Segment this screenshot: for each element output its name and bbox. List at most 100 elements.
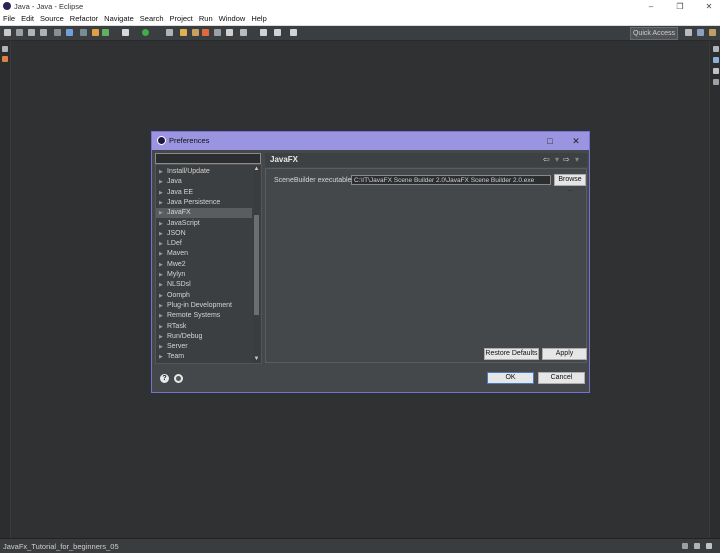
open-perspective-icon[interactable] <box>685 29 692 36</box>
expand-arrow-icon[interactable]: ▶ <box>159 219 163 229</box>
back-arrow-icon[interactable]: ⇦ <box>543 155 550 164</box>
open-type-icon[interactable] <box>180 29 187 36</box>
expand-arrow-icon[interactable]: ▶ <box>159 311 163 321</box>
expand-arrow-icon[interactable]: ▶ <box>159 260 163 270</box>
forward-icon[interactable] <box>274 29 281 36</box>
java-ee-perspective-icon[interactable] <box>697 29 704 36</box>
menu-window[interactable]: Window <box>216 13 249 25</box>
close-window-button[interactable]: ✕ <box>699 1 719 12</box>
tree-item-plugin-development[interactable]: ▶ Plug-in Development <box>156 301 252 311</box>
pin-icon[interactable] <box>226 29 233 36</box>
tree-item-javascript[interactable]: ▶ JavaScript <box>156 219 252 229</box>
server-icon[interactable] <box>66 29 73 36</box>
tree-item-ldef[interactable]: ▶ LDef <box>156 239 252 249</box>
skip-breakpoints-icon[interactable] <box>80 29 87 36</box>
outline-icon[interactable] <box>713 68 719 74</box>
scroll-down-icon[interactable]: ▼ <box>253 355 260 363</box>
task-list-icon[interactable] <box>713 57 719 63</box>
ok-button[interactable]: OK <box>487 372 534 384</box>
menu-search[interactable]: Search <box>137 13 167 25</box>
restore-icon[interactable] <box>2 46 8 52</box>
tree-item-javafx[interactable]: ▶ JavaFX <box>156 208 252 219</box>
tree-item-java-ee[interactable]: ▶ Java EE <box>156 188 252 198</box>
next-annotation-icon[interactable] <box>240 29 247 36</box>
dialog-close-button[interactable]: ✕ <box>568 134 584 148</box>
expand-arrow-icon[interactable]: ▶ <box>159 208 163 218</box>
menu-project[interactable]: Project <box>167 13 196 25</box>
expand-arrow-icon[interactable]: ▶ <box>159 239 163 249</box>
expand-arrow-icon[interactable]: ▶ <box>159 352 163 362</box>
browse-button[interactable]: Browse ... <box>554 174 586 193</box>
menu-edit[interactable]: Edit <box>18 13 37 25</box>
save-all-icon[interactable] <box>28 29 35 36</box>
scroll-thumb[interactable] <box>254 215 259 315</box>
last-edit-icon[interactable] <box>290 29 297 36</box>
expand-arrow-icon[interactable]: ▶ <box>159 332 163 342</box>
menu-help[interactable]: Help <box>248 13 269 25</box>
new-icon[interactable] <box>4 29 11 36</box>
tree-item-remote-systems[interactable]: ▶ Remote Systems <box>156 311 252 321</box>
scroll-up-icon[interactable]: ▲ <box>253 165 260 173</box>
expand-arrow-icon[interactable]: ▶ <box>159 167 163 177</box>
tree-item-maven[interactable]: ▶ Maven <box>156 249 252 259</box>
restore-right-icon[interactable] <box>713 46 719 52</box>
expand-arrow-icon[interactable]: ▶ <box>159 280 163 290</box>
back-menu-icon[interactable]: ▾ <box>555 155 559 164</box>
run-icon[interactable] <box>142 29 149 36</box>
expand-arrow-icon[interactable]: ▶ <box>159 198 163 208</box>
tree-item-nlsdsl[interactable]: ▶ NLSDsl <box>156 280 252 290</box>
expand-arrow-icon[interactable]: ▶ <box>159 188 163 198</box>
console-icon[interactable] <box>713 79 719 85</box>
forward-menu-icon[interactable]: ▾ <box>575 155 579 164</box>
expand-arrow-icon[interactable]: ▶ <box>159 229 163 239</box>
annotation-icon[interactable] <box>214 29 221 36</box>
tree-item-team[interactable]: ▶ Team <box>156 352 252 362</box>
scenebuilder-path-field[interactable]: C:\IT\JavaFX Scene Builder 2.0\JavaFX Sc… <box>351 175 551 185</box>
terminal-icon[interactable] <box>54 29 61 36</box>
menu-refactor[interactable]: Refactor <box>67 13 101 25</box>
tree-item-java[interactable]: ▶ Java <box>156 177 252 187</box>
task-icon[interactable] <box>706 543 712 549</box>
tree-item-server[interactable]: ▶ Server <box>156 342 252 352</box>
quick-access-field[interactable]: Quick Access <box>630 27 678 40</box>
help-icon[interactable]: ? <box>160 374 169 383</box>
menu-source[interactable]: Source <box>37 13 67 25</box>
tree-item-mwe2[interactable]: ▶ Mwe2 <box>156 260 252 270</box>
apply-button[interactable]: Apply <box>542 348 587 360</box>
expand-arrow-icon[interactable]: ▶ <box>159 249 163 259</box>
tree-item-oomph[interactable]: ▶ Oomph <box>156 291 252 301</box>
expand-arrow-icon[interactable]: ▶ <box>159 301 163 311</box>
expand-arrow-icon[interactable]: ▶ <box>159 291 163 301</box>
refresh-icon[interactable] <box>102 29 109 36</box>
tree-scrollbar[interactable]: ▲ ▼ <box>253 165 260 363</box>
progress-icon[interactable] <box>682 543 688 549</box>
notification-icon[interactable] <box>694 543 700 549</box>
tree-item-java-persistence[interactable]: ▶ Java Persistence <box>156 198 252 208</box>
import-export-icon[interactable] <box>174 374 183 383</box>
restore-defaults-button[interactable]: Restore Defaults <box>484 348 539 360</box>
open-folder-icon[interactable] <box>192 29 199 36</box>
tree-item-mylyn[interactable]: ▶ Mylyn <box>156 270 252 280</box>
external-tools-icon[interactable] <box>166 29 173 36</box>
expand-arrow-icon[interactable]: ▶ <box>159 270 163 280</box>
maximize-button[interactable]: ❐ <box>670 1 690 12</box>
dialog-maximize-button[interactable]: □ <box>542 134 558 148</box>
tree-item-run-debug[interactable]: ▶ Run/Debug <box>156 332 252 342</box>
menu-file[interactable]: File <box>0 13 18 25</box>
minimize-button[interactable]: – <box>641 1 661 12</box>
build-icon[interactable] <box>92 29 99 36</box>
expand-arrow-icon[interactable]: ▶ <box>159 177 163 187</box>
tree-item-json[interactable]: ▶ JSON <box>156 229 252 239</box>
cancel-button[interactable]: Cancel <box>538 372 585 384</box>
tree-item-rtask[interactable]: ▶ RTask <box>156 322 252 332</box>
save-icon[interactable] <box>16 29 23 36</box>
menu-navigate[interactable]: Navigate <box>101 13 137 25</box>
filter-input[interactable] <box>155 153 261 164</box>
debug-icon[interactable] <box>122 29 129 36</box>
java-perspective-icon[interactable] <box>709 29 716 36</box>
forward-arrow-icon[interactable]: ⇨ <box>563 155 570 164</box>
package-explorer-icon[interactable] <box>2 56 8 62</box>
search-icon[interactable] <box>202 29 209 36</box>
expand-arrow-icon[interactable]: ▶ <box>159 322 163 332</box>
back-icon[interactable] <box>260 29 267 36</box>
